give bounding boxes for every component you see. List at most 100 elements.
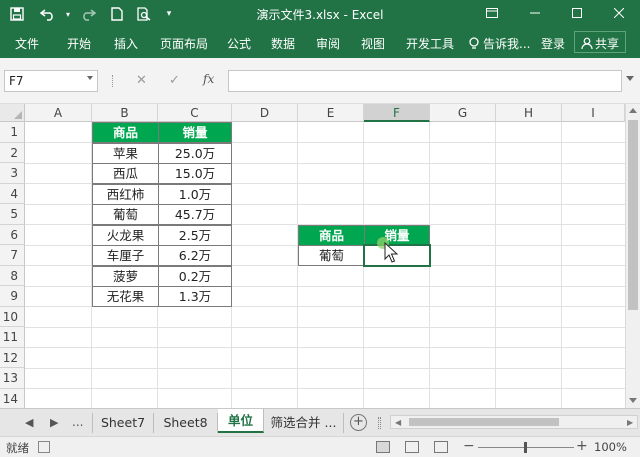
- close-icon[interactable]: [605, 2, 633, 24]
- row-header-13[interactable]: 13: [0, 368, 25, 389]
- save-icon[interactable]: [6, 4, 28, 24]
- tab-developer[interactable]: 开发工具: [406, 35, 454, 52]
- tell-me-box[interactable]: 告诉我...: [468, 35, 530, 52]
- tab-splitter[interactable]: [378, 417, 381, 429]
- worksheet-grid[interactable]: A B C D E F G H I 1 2 3 4 5 6 7 8 9 10 1…: [0, 104, 640, 408]
- scroll-down-icon[interactable]: [629, 398, 637, 403]
- next-sheet-icon[interactable]: ▶: [50, 416, 58, 429]
- login-link[interactable]: 登录: [541, 35, 565, 52]
- zoom-out-button[interactable]: −: [463, 438, 475, 454]
- tab-page-layout[interactable]: 页面布局: [160, 35, 208, 52]
- row-header-10[interactable]: 10: [0, 306, 25, 327]
- add-sheet-button[interactable]: +: [350, 414, 367, 431]
- name-box-dropdown-icon[interactable]: [87, 76, 93, 80]
- column-header-d[interactable]: D: [232, 104, 298, 122]
- table-cell-product[interactable]: 葡萄: [92, 204, 159, 225]
- row-header-8[interactable]: 8: [0, 265, 25, 286]
- table-header-sales[interactable]: 销量: [158, 122, 232, 143]
- scroll-right-icon[interactable]: ▶: [627, 418, 633, 427]
- horizontal-scrollbar[interactable]: ◀ ▶: [390, 415, 638, 429]
- more-sheets-left[interactable]: ...: [72, 415, 83, 429]
- scroll-left-icon[interactable]: ◀: [395, 418, 401, 427]
- lookup-header-product[interactable]: 商品: [298, 224, 365, 246]
- maximize-icon[interactable]: [563, 2, 591, 24]
- tab-file[interactable]: 文件: [15, 35, 39, 52]
- table-cell-product[interactable]: 菠萝: [92, 265, 159, 287]
- tab-review[interactable]: 审阅: [316, 35, 340, 52]
- table-cell-sales[interactable]: 15.0万: [158, 163, 232, 184]
- minimize-icon[interactable]: [521, 2, 549, 24]
- insert-function-icon[interactable]: fx: [203, 72, 214, 86]
- macro-record-icon[interactable]: [38, 441, 50, 453]
- row-header-4[interactable]: 4: [0, 183, 25, 204]
- ribbon-display-icon[interactable]: [478, 2, 506, 24]
- table-header-product[interactable]: 商品: [92, 122, 159, 143]
- horizontal-scroll-thumb[interactable]: [409, 418, 559, 426]
- tab-formulas[interactable]: 公式: [227, 35, 251, 52]
- table-cell-product[interactable]: 西瓜: [92, 163, 159, 184]
- vertical-scroll-thumb[interactable]: [628, 120, 638, 310]
- row-header-5[interactable]: 5: [0, 204, 25, 225]
- column-header-b[interactable]: B: [92, 104, 158, 122]
- tab-home[interactable]: 开始: [67, 35, 91, 52]
- row-header-1[interactable]: 1: [0, 122, 25, 143]
- vertical-scrollbar[interactable]: [625, 104, 640, 408]
- select-all-corner[interactable]: [0, 104, 25, 122]
- share-button[interactable]: 共享: [574, 31, 627, 53]
- column-header-e[interactable]: E: [298, 104, 364, 122]
- table-cell-product[interactable]: 车厘子: [92, 245, 159, 266]
- tab-insert[interactable]: 插入: [114, 35, 138, 52]
- row-header-7[interactable]: 7: [0, 245, 25, 266]
- column-header-i[interactable]: I: [562, 104, 625, 122]
- tab-data[interactable]: 数据: [271, 35, 295, 52]
- table-cell-product[interactable]: 西红柿: [92, 183, 159, 205]
- print-preview-icon[interactable]: [134, 4, 154, 24]
- sheet-tab-unit[interactable]: 单位: [218, 409, 264, 433]
- table-cell-sales[interactable]: 6.2万: [158, 245, 232, 266]
- row-header-11[interactable]: 11: [0, 327, 25, 348]
- zoom-slider-thumb[interactable]: [524, 442, 527, 453]
- column-header-f[interactable]: F: [364, 104, 430, 122]
- undo-icon[interactable]: [34, 4, 62, 24]
- sheet-tab-filter-merge[interactable]: 筛选合并 ...: [264, 413, 344, 433]
- page-break-view-icon[interactable]: [434, 441, 448, 453]
- undo-dropdown-icon[interactable]: ▾: [63, 4, 73, 24]
- redo-icon[interactable]: [78, 4, 98, 24]
- table-cell-sales[interactable]: 1.0万: [158, 183, 232, 205]
- column-header-a[interactable]: A: [25, 104, 92, 122]
- table-cell-product[interactable]: 苹果: [92, 142, 159, 164]
- formula-input[interactable]: [228, 70, 622, 92]
- zoom-level[interactable]: 100%: [594, 440, 627, 454]
- row-header-3[interactable]: 3: [0, 163, 25, 184]
- sheet-tab-sheet8[interactable]: Sheet8: [154, 413, 218, 433]
- cancel-icon[interactable]: ✕: [136, 73, 147, 88]
- table-cell-sales[interactable]: 25.0万: [158, 142, 232, 164]
- customize-qat-icon[interactable]: ▾: [162, 4, 176, 24]
- column-header-g[interactable]: G: [430, 104, 496, 122]
- sheet-tab-sheet7[interactable]: Sheet7: [92, 413, 154, 433]
- table-cell-sales[interactable]: 0.2万: [158, 265, 232, 287]
- scroll-up-icon[interactable]: [629, 108, 637, 113]
- table-cell-sales[interactable]: 45.7万: [158, 204, 232, 225]
- column-header-h[interactable]: H: [496, 104, 562, 122]
- table-cell-product[interactable]: 火龙果: [92, 224, 159, 246]
- row-header-2[interactable]: 2: [0, 142, 25, 163]
- enter-icon[interactable]: ✓: [169, 73, 180, 88]
- row-header-14[interactable]: 14: [0, 388, 25, 408]
- table-cell-sales[interactable]: 1.3万: [158, 286, 232, 307]
- expand-formula-bar-icon[interactable]: [626, 76, 634, 81]
- lookup-cell-product[interactable]: 葡萄: [298, 245, 365, 266]
- zoom-in-button[interactable]: +: [576, 438, 588, 454]
- row-header-6[interactable]: 6: [0, 224, 25, 245]
- column-header-c[interactable]: C: [158, 104, 232, 122]
- table-cell-product[interactable]: 无花果: [92, 286, 159, 307]
- table-cell-sales[interactable]: 2.5万: [158, 224, 232, 246]
- row-header-12[interactable]: 12: [0, 347, 25, 368]
- prev-sheet-icon[interactable]: ◀: [25, 416, 33, 429]
- name-box[interactable]: F7: [4, 70, 98, 92]
- formula-bar-grip[interactable]: [112, 75, 114, 87]
- row-header-9[interactable]: 9: [0, 286, 25, 307]
- page-layout-view-icon[interactable]: [405, 441, 419, 453]
- normal-view-icon[interactable]: [376, 441, 390, 453]
- new-file-icon[interactable]: [108, 4, 126, 24]
